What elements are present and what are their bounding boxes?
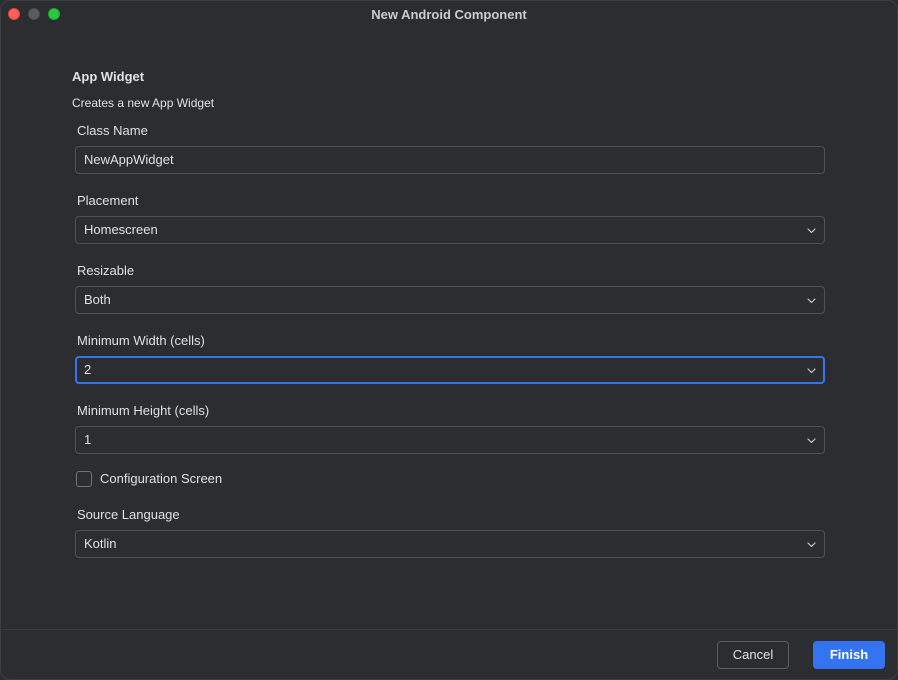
dialog-window: New Android Component App Widget Creates… <box>0 0 898 680</box>
finish-button[interactable]: Finish <box>813 641 885 669</box>
source-language-value: Kotlin <box>84 536 117 551</box>
chevron-down-icon <box>807 438 816 444</box>
dialog-footer: Cancel Finish <box>1 629 897 679</box>
resizable-label: Resizable <box>77 263 135 278</box>
chevron-down-icon <box>807 298 816 304</box>
configuration-screen-label[interactable]: Configuration Screen <box>100 471 222 486</box>
placement-value: Homescreen <box>84 222 158 237</box>
min-width-value: 2 <box>84 362 92 377</box>
section-title: App Widget <box>72 69 145 84</box>
chevron-down-icon <box>807 542 816 548</box>
title-bar: New Android Component <box>1 1 897 29</box>
form-content: App Widget Creates a new App Widget Clas… <box>1 29 897 629</box>
cancel-button[interactable]: Cancel <box>717 641 789 669</box>
class-name-value: NewAppWidget <box>84 152 174 167</box>
min-height-dropdown[interactable]: 1 <box>75 426 825 454</box>
class-name-label: Class Name <box>77 123 148 138</box>
min-width-dropdown[interactable]: 2 <box>75 356 825 384</box>
resizable-value: Both <box>84 292 111 307</box>
section-description: Creates a new App Widget <box>72 96 215 110</box>
min-width-label: Minimum Width (cells) <box>77 333 205 348</box>
window-title: New Android Component <box>371 7 527 22</box>
min-height-label: Minimum Height (cells) <box>77 403 210 418</box>
placement-label: Placement <box>77 193 139 208</box>
resizable-dropdown[interactable]: Both <box>75 286 825 314</box>
placement-dropdown[interactable]: Homescreen <box>75 216 825 244</box>
chevron-down-icon <box>807 228 816 234</box>
chevron-down-icon <box>807 368 816 374</box>
configuration-screen-checkbox[interactable] <box>76 471 92 487</box>
min-height-value: 1 <box>84 432 92 447</box>
class-name-input[interactable]: NewAppWidget <box>75 146 825 174</box>
source-language-label: Source Language <box>77 507 180 522</box>
source-language-dropdown[interactable]: Kotlin <box>75 530 825 558</box>
